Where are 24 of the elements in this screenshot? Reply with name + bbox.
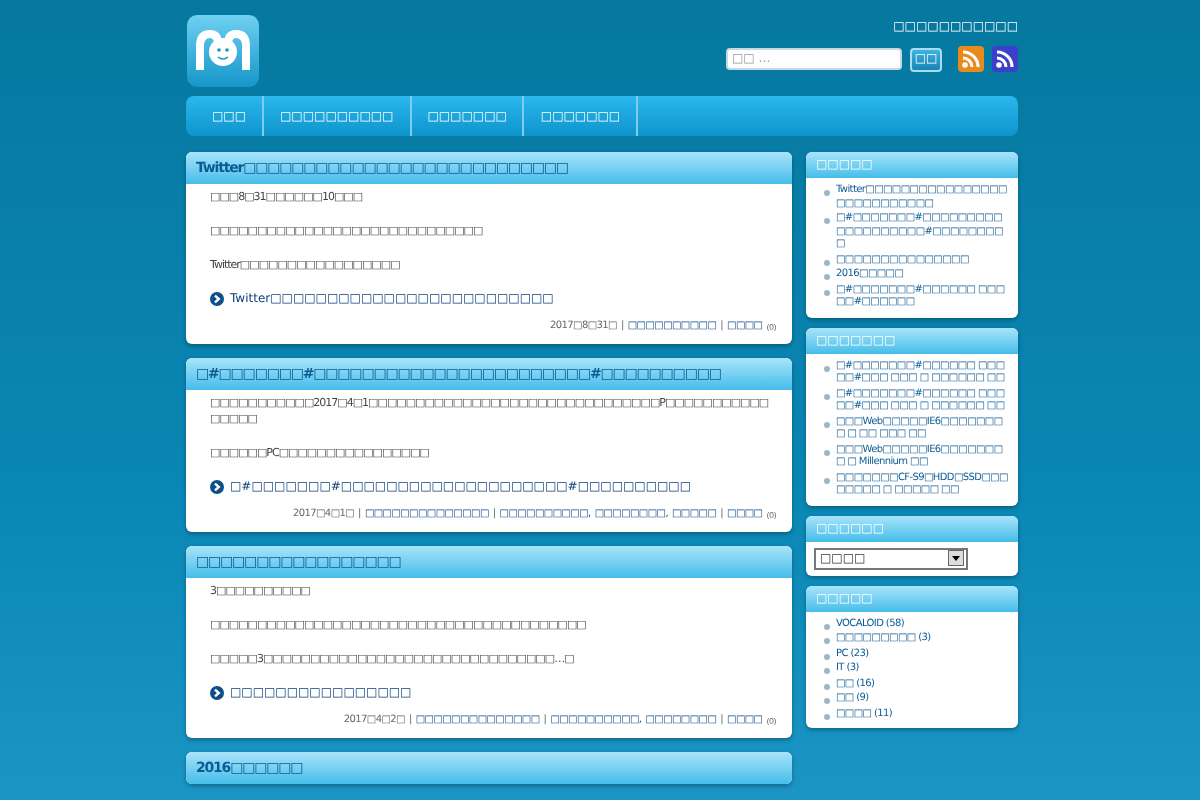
- bullet-icon: [824, 698, 830, 704]
- bullet-icon: [824, 477, 830, 483]
- bullet-icon: [824, 365, 830, 371]
- logo-icon: [186, 14, 260, 88]
- bullet-icon: [824, 623, 830, 629]
- bullet-icon: [824, 653, 830, 659]
- bullet-icon: [824, 638, 830, 644]
- bullet-icon: [824, 190, 830, 196]
- rss-icon[interactable]: [992, 46, 1018, 72]
- bullet-icon: [824, 393, 830, 399]
- arrow-circle-icon: [210, 686, 224, 700]
- bullet-icon: [824, 289, 830, 295]
- arrow-circle-icon: [210, 480, 224, 494]
- dropdown-arrow-icon: [948, 550, 964, 566]
- bullet-icon: [824, 218, 830, 224]
- bullet-icon: [824, 449, 830, 455]
- rss-icon[interactable]: [958, 46, 984, 72]
- bullet-icon: [824, 713, 830, 719]
- arrow-circle-icon: [210, 292, 224, 306]
- bullet-icon: [824, 668, 830, 674]
- bullet-icon: [824, 421, 830, 427]
- bullet-icon: [824, 259, 830, 265]
- bullet-icon: [824, 274, 830, 280]
- bullet-icon: [824, 683, 830, 689]
